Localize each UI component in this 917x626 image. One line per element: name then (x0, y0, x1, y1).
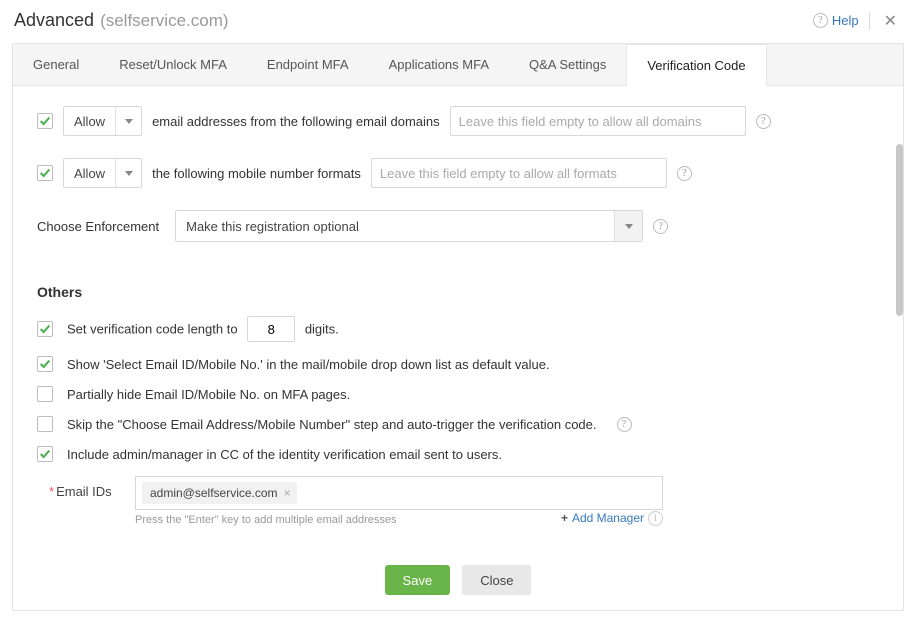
tab-verification-code[interactable]: Verification Code (626, 44, 766, 86)
email-domain-input[interactable] (450, 106, 746, 136)
skip-choose-label: Skip the "Choose Email Address/Mobile Nu… (67, 417, 597, 432)
add-manager-link[interactable]: + Add Manager i (561, 511, 663, 526)
info-icon[interactable]: ? (617, 417, 632, 432)
info-icon[interactable]: ? (677, 166, 692, 181)
code-length-input[interactable] (247, 316, 295, 342)
page-title: Advanced (14, 10, 94, 31)
dialog-header: Advanced (selfservice.com) ? Help ✕ (0, 0, 917, 43)
mobile-format-input[interactable] (371, 158, 667, 188)
email-ids-input[interactable]: admin@selfservice.com × (135, 476, 663, 510)
skip-choose-checkbox[interactable] (37, 416, 53, 432)
chevron-down-icon[interactable] (115, 159, 141, 187)
tab-label: General (33, 57, 79, 72)
email-ids-hint: Press the "Enter" key to add multiple em… (135, 514, 397, 526)
mobile-format-text: the following mobile number formats (152, 166, 361, 181)
info-icon[interactable]: i (648, 511, 663, 526)
check-icon (39, 448, 51, 460)
select-value: Make this registration optional (176, 211, 614, 241)
select-value: Allow (64, 107, 115, 135)
email-domain-checkbox[interactable] (37, 113, 53, 129)
check-icon (39, 358, 51, 370)
tab-reset-unlock-mfa[interactable]: Reset/Unlock MFA (99, 44, 247, 85)
tab-general[interactable]: General (13, 44, 99, 85)
tab-bar: General Reset/Unlock MFA Endpoint MFA Ap… (13, 44, 903, 86)
email-ids-label: *Email IDs (49, 476, 121, 499)
tab-content: Allow email addresses from the following… (13, 86, 903, 550)
tab-endpoint-mfa[interactable]: Endpoint MFA (247, 44, 369, 85)
mobile-format-mode-select[interactable]: Allow (63, 158, 142, 188)
tab-label: Q&A Settings (529, 57, 606, 72)
email-domain-mode-select[interactable]: Allow (63, 106, 142, 136)
info-icon[interactable]: ? (653, 219, 668, 234)
add-manager-label: Add Manager (572, 511, 644, 525)
check-icon (39, 115, 51, 127)
tab-label: Applications MFA (389, 57, 489, 72)
include-cc-checkbox[interactable] (37, 446, 53, 462)
tab-label: Endpoint MFA (267, 57, 349, 72)
scrollbar-thumb[interactable] (896, 144, 903, 316)
scrollbar[interactable] (895, 86, 903, 550)
code-length-suffix: digits. (305, 322, 339, 337)
page-subtitle: (selfservice.com) (100, 11, 228, 31)
chip-remove-icon[interactable]: × (284, 486, 291, 500)
chevron-down-icon[interactable] (115, 107, 141, 135)
close-button[interactable]: ✕ (880, 11, 901, 31)
code-length-prefix: Set verification code length to (67, 322, 238, 337)
save-button[interactable]: Save (385, 565, 451, 595)
show-default-label: Show 'Select Email ID/Mobile No.' in the… (67, 357, 550, 372)
code-length-checkbox[interactable] (37, 321, 53, 337)
enforcement-label: Choose Enforcement (37, 219, 159, 234)
partial-hide-label: Partially hide Email ID/Mobile No. on MF… (67, 387, 350, 402)
email-chip: admin@selfservice.com × (142, 482, 297, 504)
others-heading: Others (37, 284, 879, 300)
include-cc-label: Include admin/manager in CC of the ident… (67, 447, 502, 462)
help-link[interactable]: ? Help (813, 13, 859, 28)
email-domain-text: email addresses from the following email… (152, 114, 440, 129)
show-default-checkbox[interactable] (37, 356, 53, 372)
settings-panel: General Reset/Unlock MFA Endpoint MFA Ap… (12, 43, 904, 611)
help-label: Help (832, 13, 859, 28)
tab-label: Reset/Unlock MFA (119, 57, 227, 72)
select-value: Allow (64, 159, 115, 187)
dialog-footer: Save Close (13, 550, 903, 610)
check-icon (39, 167, 51, 179)
required-asterisk: * (49, 484, 54, 499)
tab-label: Verification Code (647, 58, 745, 73)
enforcement-select[interactable]: Make this registration optional (175, 210, 643, 242)
tab-applications-mfa[interactable]: Applications MFA (369, 44, 509, 85)
email-chip-text: admin@selfservice.com (150, 486, 278, 500)
info-icon[interactable]: ? (756, 114, 771, 129)
partial-hide-checkbox[interactable] (37, 386, 53, 402)
help-icon: ? (813, 13, 828, 28)
chevron-down-icon[interactable] (614, 211, 642, 241)
tab-qa-settings[interactable]: Q&A Settings (509, 44, 626, 85)
close-button[interactable]: Close (462, 565, 531, 595)
code-length-label: Set verification code length to digits. (67, 316, 339, 342)
mobile-format-checkbox[interactable] (37, 165, 53, 181)
check-icon (39, 323, 51, 335)
plus-icon: + (561, 511, 568, 525)
header-divider (869, 12, 870, 30)
